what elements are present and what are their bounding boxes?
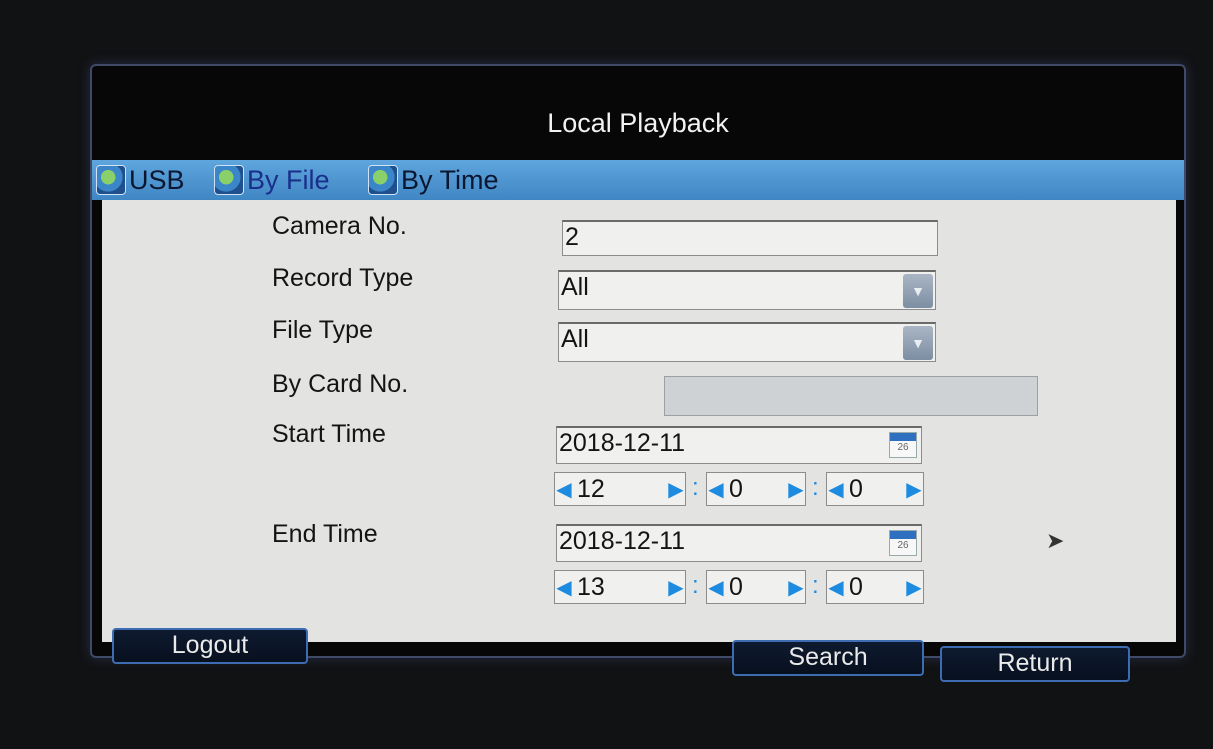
time-separator: : (692, 474, 699, 501)
chevron-down-icon[interactable]: ▼ (903, 326, 933, 360)
end-second-stepper[interactable]: ◀ 0 ▶ (826, 570, 924, 604)
start-date-value: 2018-12-11 (559, 429, 686, 457)
end-hour-value: 13 (577, 572, 605, 601)
calendar-day: 26 (897, 540, 909, 551)
playback-window: Local Playback USB By File By Time Camer… (90, 64, 1186, 658)
decrement-arrow-icon[interactable]: ◀ (827, 477, 845, 502)
record-type-label: Record Type (272, 264, 414, 292)
window-title: Local Playback (547, 108, 729, 138)
decrement-arrow-icon[interactable]: ◀ (555, 477, 573, 502)
time-separator: : (692, 572, 699, 599)
increment-arrow-icon[interactable]: ▶ (667, 575, 685, 600)
file-type-label: File Type (272, 316, 373, 344)
by-file-tab-icon (214, 165, 244, 195)
end-time-label: End Time (272, 520, 378, 548)
end-date-value: 2018-12-11 (559, 527, 686, 555)
tab-usb[interactable]: USB (96, 162, 185, 198)
increment-arrow-icon[interactable]: ▶ (905, 477, 923, 502)
usb-tab-icon (96, 165, 126, 195)
decrement-arrow-icon[interactable]: ◀ (555, 575, 573, 600)
end-second-value: 0 (849, 572, 863, 601)
record-type-select[interactable]: All ▼ (558, 270, 936, 310)
camera-no-input[interactable]: 2 (562, 220, 938, 256)
tab-usb-label: USB (129, 164, 185, 195)
search-button[interactable]: Search (732, 640, 924, 676)
time-separator: : (812, 474, 819, 501)
start-minute-stepper[interactable]: ◀ 0 ▶ (706, 472, 806, 506)
calendar-icon[interactable]: 26 (889, 530, 917, 556)
start-minute-value: 0 (729, 474, 743, 503)
tab-by-time[interactable]: By Time (368, 162, 499, 198)
decrement-arrow-icon[interactable]: ◀ (707, 575, 725, 600)
increment-arrow-icon[interactable]: ▶ (667, 477, 685, 502)
decrement-arrow-icon[interactable]: ◀ (827, 575, 845, 600)
increment-arrow-icon[interactable]: ▶ (787, 575, 805, 600)
end-minute-stepper[interactable]: ◀ 0 ▶ (706, 570, 806, 604)
start-second-value: 0 (849, 474, 863, 503)
increment-arrow-icon[interactable]: ▶ (905, 575, 923, 600)
file-type-select[interactable]: All ▼ (558, 322, 936, 362)
end-hour-stepper[interactable]: ◀ 13 ▶ (554, 570, 686, 604)
tab-by-file[interactable]: By File (214, 162, 330, 198)
start-date-input[interactable]: 2018-12-11 26 (556, 426, 922, 464)
chevron-down-icon[interactable]: ▼ (903, 274, 933, 308)
mouse-cursor-icon: ➤ (1046, 528, 1065, 553)
calendar-icon[interactable]: 26 (889, 432, 917, 458)
decrement-arrow-icon[interactable]: ◀ (707, 477, 725, 502)
end-date-input[interactable]: 2018-12-11 26 (556, 524, 922, 562)
calendar-day: 26 (897, 442, 909, 453)
file-type-value: All (561, 325, 589, 353)
logout-button[interactable]: Logout (112, 628, 308, 664)
start-second-stepper[interactable]: ◀ 0 ▶ (826, 472, 924, 506)
start-hour-value: 12 (577, 474, 605, 503)
card-no-label: By Card No. (272, 370, 409, 398)
start-hour-stepper[interactable]: ◀ 12 ▶ (554, 472, 686, 506)
start-time-label: Start Time (272, 420, 386, 448)
record-type-value: All (561, 273, 589, 301)
tab-by-file-label: By File (247, 164, 330, 195)
by-time-tab-icon (368, 165, 398, 195)
search-form-panel: Camera No. 2 Record Type All ▼ File Type… (102, 200, 1176, 642)
increment-arrow-icon[interactable]: ▶ (787, 477, 805, 502)
card-no-input[interactable] (664, 376, 1038, 416)
tab-bar: USB By File By Time (92, 160, 1184, 200)
tab-by-time-label: By Time (401, 164, 499, 195)
return-button[interactable]: Return (940, 646, 1130, 682)
time-separator: : (812, 572, 819, 599)
camera-no-label: Camera No. (272, 212, 407, 240)
end-minute-value: 0 (729, 572, 743, 601)
